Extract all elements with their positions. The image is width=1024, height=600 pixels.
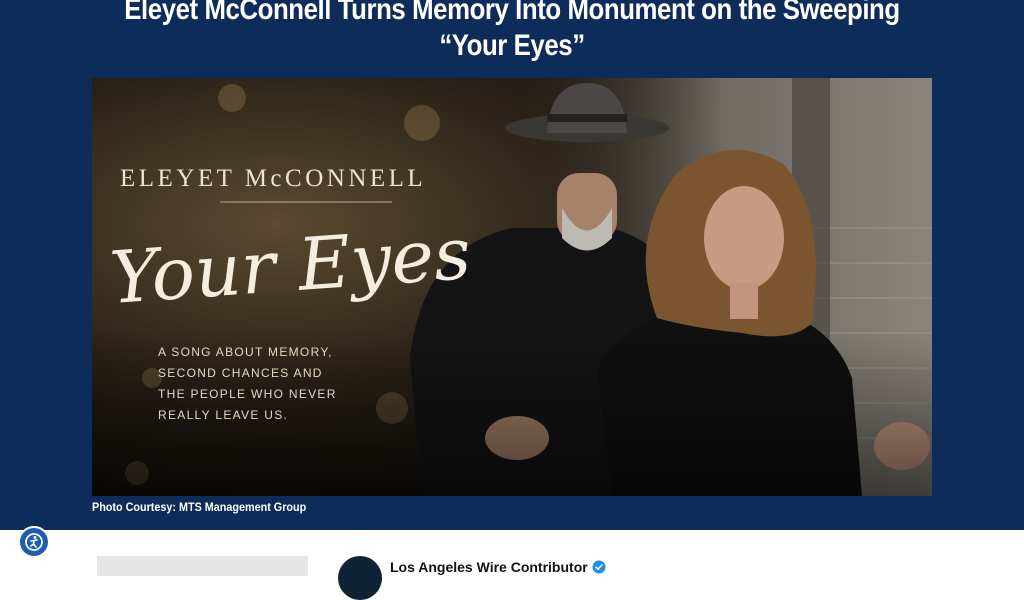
article-hero: Eleyet McConnell Turns Memory Into Monum…	[0, 0, 1024, 530]
author-name[interactable]: Los Angeles Wire Contributor	[390, 559, 588, 575]
article-headline: Eleyet McConnell Turns Memory Into Monum…	[124, 0, 900, 62]
accessibility-icon	[25, 533, 43, 551]
author-avatar[interactable]	[338, 556, 382, 600]
verified-check-icon	[592, 560, 606, 574]
article-photo: ELEYET McCONNELL Your Eyes A SONG ABOUT …	[92, 78, 932, 496]
cover-tagline-line: A SONG ABOUT MEMORY,	[158, 345, 333, 359]
cover-tagline-line: REALLY LEAVE US.	[158, 408, 288, 422]
cover-artist-name: ELEYET McCONNELL	[120, 165, 426, 192]
sidebar-placeholder	[97, 556, 308, 576]
photo-caption: Photo Courtesy: MTS Management Group	[92, 500, 307, 514]
cover-art-image: ELEYET McCONNELL Your Eyes A SONG ABOUT …	[92, 78, 932, 496]
cover-tagline-line: THE PEOPLE WHO NEVER	[158, 387, 337, 401]
cover-tagline-line: SECOND CHANCES AND	[158, 366, 323, 380]
accessibility-button[interactable]	[18, 526, 50, 558]
